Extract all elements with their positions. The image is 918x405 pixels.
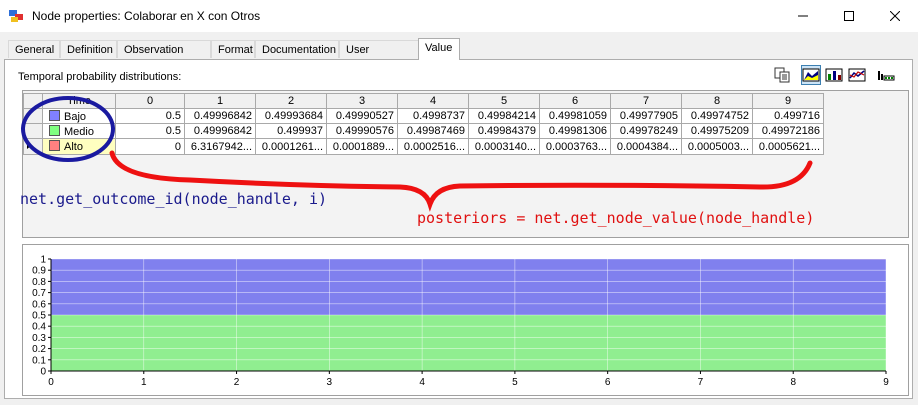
tab-value[interactable]: Value [418, 38, 460, 60]
y-tick-label: 0.1 [32, 355, 46, 366]
area-series-bajo [51, 259, 886, 316]
x-tick-label: 6 [605, 377, 611, 388]
x-tick-label: 8 [790, 377, 796, 388]
x-tick-label: 4 [419, 377, 425, 388]
y-tick-label: 0.4 [32, 322, 46, 333]
y-tick-label: 0.6 [32, 299, 46, 310]
x-tick-label: 1 [141, 377, 147, 388]
y-tick-label: 0.5 [32, 311, 46, 322]
x-tick-label: 2 [234, 377, 240, 388]
y-tick-label: 0.7 [32, 288, 46, 299]
area-series-medio [51, 315, 886, 371]
x-tick-label: 5 [512, 377, 518, 388]
x-tick-label: 0 [48, 377, 54, 388]
annotation-outcome-id-code: net.get_outcome_id(node_handle, i) [20, 190, 328, 208]
y-tick-label: 0.2 [32, 344, 46, 355]
annotation-node-value-code: posteriors = net.get_node_value(node_han… [417, 209, 815, 227]
y-tick-label: 0.3 [32, 333, 46, 344]
y-tick-label: 0.8 [32, 277, 46, 288]
x-tick-label: 7 [698, 377, 704, 388]
chart-panel: 0 0.1 0.2 0.3 0.4 0.5 0.6 0.7 0.8 0.9 1 0 1 2 3 4 5 6 7 8 9 [22, 244, 909, 396]
y-tick-label: 0.9 [32, 266, 46, 277]
y-tick-label: 1 [40, 255, 46, 266]
x-tick-label: 9 [883, 377, 889, 388]
x-tick-label: 3 [327, 377, 333, 388]
annotation-blue-circle [21, 96, 115, 162]
probability-area-chart: 00.10.20.30.40.50.60.70.80.910 1 2 3 4 5 6 7 8 9 [32, 255, 889, 389]
y-tick-label: 0 [40, 367, 46, 378]
